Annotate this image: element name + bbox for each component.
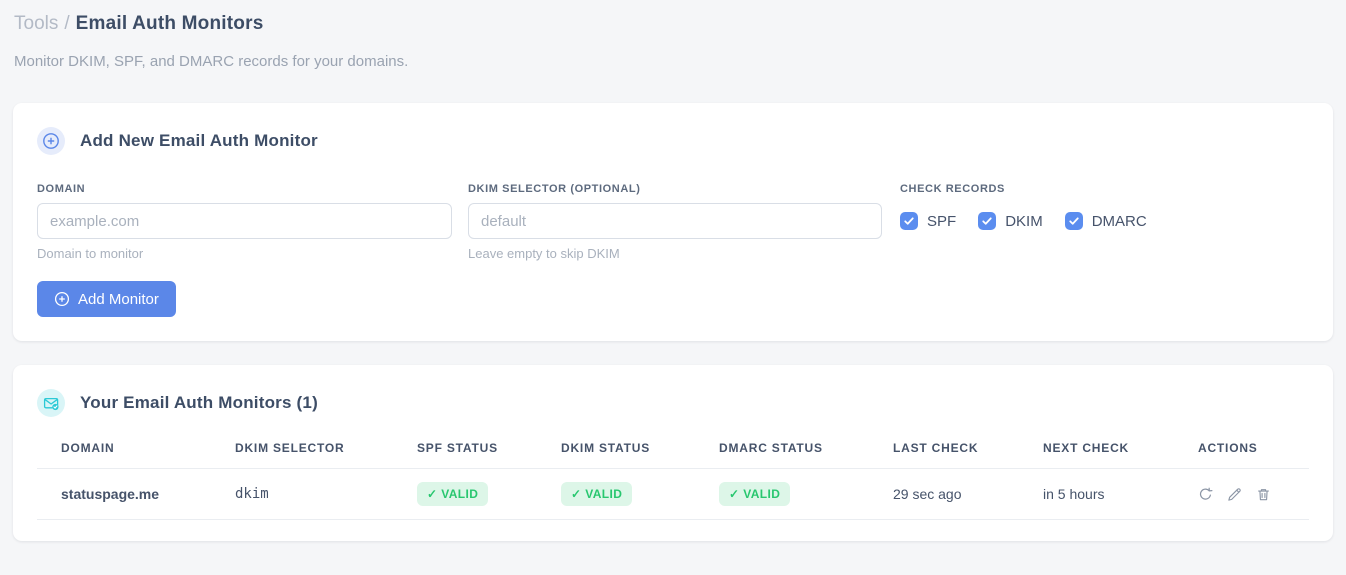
- circle-plus-icon: [37, 127, 65, 155]
- domain-label: DOMAIN: [37, 183, 86, 195]
- dkim-selector-input[interactable]: [468, 203, 882, 239]
- last-check-cell: 29 sec ago: [893, 468, 1043, 520]
- monitors-card-header: Your Email Auth Monitors (1): [13, 389, 1333, 417]
- checkbox-dkim-label: DKIM: [1005, 212, 1043, 230]
- trash-icon: [1258, 488, 1269, 500]
- column-header-dmarc-status: DMARC STATUS: [719, 425, 893, 469]
- refresh-button[interactable]: [1198, 487, 1213, 502]
- add-monitor-card: Add New Email Auth Monitor DOMAIN Domain…: [13, 103, 1333, 341]
- check-icon: [904, 217, 914, 225]
- check-icon: [982, 217, 992, 225]
- checkbox-dkim[interactable]: DKIM: [978, 212, 1043, 230]
- domain-hint: Domain to monitor: [37, 246, 144, 261]
- column-header-last-check: LAST CHECK: [893, 425, 1043, 469]
- checkbox-dkim-box: [978, 212, 997, 230]
- monitor-row: statuspage.me dkim ✓ VALID ✓ VALID ✓ VAL…: [37, 468, 1309, 520]
- check-records-options: SPF DKIM DMARC: [900, 212, 1147, 230]
- add-monitor-form: DOMAIN Domain to monitor DKIM SELECTOR (…: [37, 183, 1309, 261]
- domain-cell: statuspage.me: [37, 468, 235, 520]
- check-icon: [1069, 217, 1079, 225]
- spf-status-badge: ✓ VALID: [417, 482, 489, 506]
- dmarc-status-cell: ✓ VALID: [719, 468, 893, 520]
- actions-cell: [1198, 468, 1309, 520]
- checkbox-dmarc[interactable]: DMARC: [1064, 212, 1147, 230]
- dkim-selector-field-group: DKIM SELECTOR (OPTIONAL) Leave empty to …: [468, 183, 882, 261]
- edit-button[interactable]: [1227, 487, 1242, 502]
- column-header-dkim-selector: DKIM SELECTOR: [235, 425, 417, 469]
- next-check-cell: in 5 hours: [1043, 468, 1198, 520]
- check-records-label: CHECK RECORDS: [900, 183, 1005, 195]
- column-header-domain: DOMAIN: [37, 425, 235, 469]
- domain-input[interactable]: [37, 203, 452, 239]
- add-monitor-button[interactable]: Add Monitor: [37, 281, 176, 317]
- add-monitor-button-label: Add Monitor: [78, 290, 159, 308]
- check-records-group: CHECK RECORDS SPF DKIM DMARC: [900, 183, 1147, 230]
- column-header-actions: ACTIONS: [1198, 425, 1309, 469]
- page-subtitle: Monitor DKIM, SPF, and DMARC records for…: [14, 53, 409, 70]
- checkbox-dmarc-box: [1064, 212, 1083, 230]
- dkim-selector-cell: dkim: [235, 468, 417, 520]
- checkbox-dmarc-label: DMARC: [1091, 212, 1147, 230]
- dkim-selector-hint: Leave empty to skip DKIM: [468, 246, 620, 261]
- refresh-icon: [1199, 487, 1213, 500]
- column-header-next-check: NEXT CHECK: [1043, 425, 1198, 469]
- monitors-card: Your Email Auth Monitors (1) DOMAIN DKIM…: [13, 365, 1333, 541]
- pencil-icon: [1228, 487, 1241, 501]
- column-header-spf-status: SPF STATUS: [417, 425, 561, 469]
- breadcrumb: Tools / Email Auth Monitors: [14, 12, 1333, 36]
- page-title: Email Auth Monitors: [75, 13, 264, 34]
- dkim-status-badge: ✓ VALID: [561, 482, 633, 506]
- dkim-selector-label: DKIM SELECTOR (OPTIONAL): [468, 183, 641, 195]
- add-monitor-card-title: Add New Email Auth Monitor: [80, 131, 318, 150]
- domain-field-group: DOMAIN Domain to monitor: [37, 183, 452, 261]
- breadcrumb-tools-link[interactable]: Tools: [14, 13, 58, 34]
- dkim-status-cell: ✓ VALID: [561, 468, 719, 520]
- delete-button[interactable]: [1256, 487, 1271, 502]
- breadcrumb-separator: /: [64, 13, 70, 34]
- checkbox-spf-box: [900, 212, 918, 230]
- envelope-check-icon: [37, 389, 65, 417]
- add-monitor-card-header: Add New Email Auth Monitor: [37, 127, 1309, 155]
- monitors-card-title: Your Email Auth Monitors (1): [80, 393, 318, 412]
- table-header-row: DOMAIN DKIM SELECTOR SPF STATUS DKIM STA…: [37, 425, 1309, 469]
- spf-status-cell: ✓ VALID: [417, 468, 561, 520]
- monitors-table: DOMAIN DKIM SELECTOR SPF STATUS DKIM STA…: [37, 425, 1309, 520]
- column-header-dkim-status: DKIM STATUS: [561, 425, 719, 469]
- checkbox-spf-label: SPF: [927, 212, 957, 230]
- checkbox-spf[interactable]: SPF: [900, 212, 956, 230]
- plus-circle-icon: [54, 291, 70, 307]
- email-auth-monitors-page: Tools / Email Auth Monitors Monitor DKIM, …: [0, 0, 1346, 541]
- dmarc-status-badge: ✓ VALID: [719, 482, 791, 506]
